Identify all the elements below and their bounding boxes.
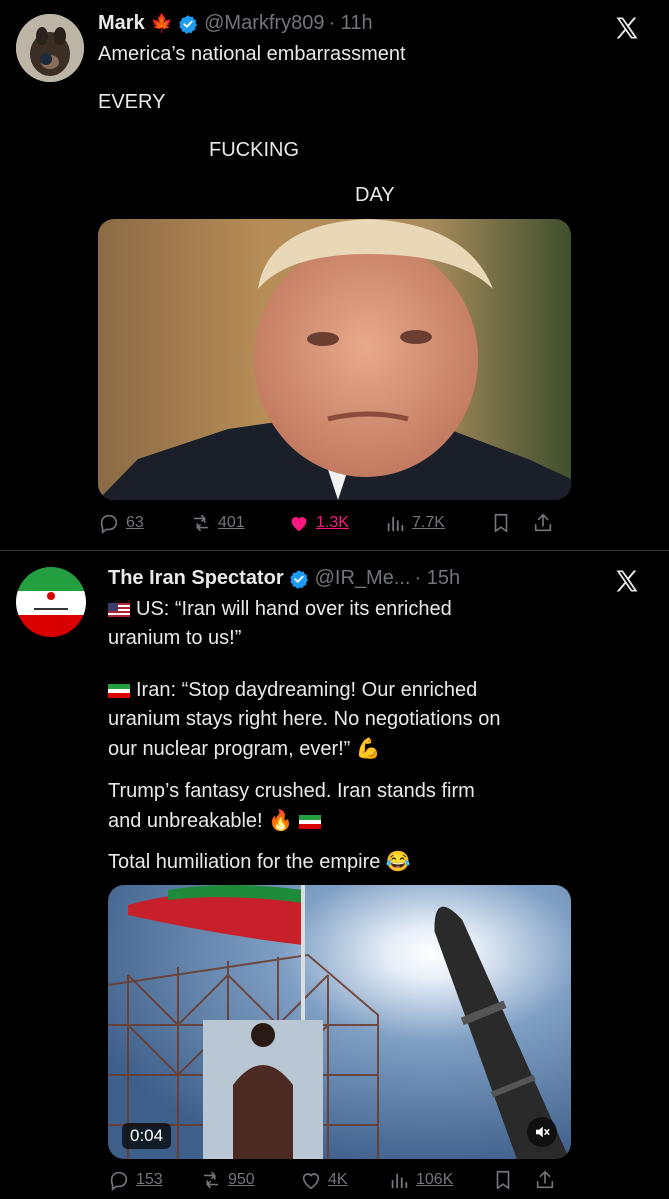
repost-button[interactable]: 950 xyxy=(200,1169,300,1191)
iran-flag-icon xyxy=(108,683,130,698)
heart-icon xyxy=(302,1173,320,1190)
view-count: 106K xyxy=(416,1171,454,1188)
tweet-photo[interactable] xyxy=(98,219,571,500)
share-icon[interactable] xyxy=(532,512,554,534)
tweet-video[interactable]: 0:04 xyxy=(108,885,571,1159)
display-name[interactable]: The Iran Spectator xyxy=(108,567,284,590)
avatar[interactable] xyxy=(16,14,84,82)
tweet-header: Mark 🍁 @Markfry809 · 11h xyxy=(98,12,373,35)
display-name[interactable]: Mark xyxy=(98,12,145,35)
x-logo-icon xyxy=(616,570,638,592)
tweet-iran-spectator: The Iran Spectator @IR_Me... · 15h US: “… xyxy=(0,550,669,1199)
tweet-text-line-8: Total humiliation for the empire 😂 xyxy=(108,851,411,873)
views-chart-icon xyxy=(391,1173,408,1189)
like-button[interactable]: 1.3K xyxy=(288,512,384,534)
tweet-text-line-2: uranium to us!” xyxy=(108,627,242,649)
tweet-text-line-3: FUCKING xyxy=(209,139,299,161)
tweet-text-line-5: our nuclear program, ever!” 💪 xyxy=(108,738,381,760)
video-duration: 0:04 xyxy=(122,1123,172,1149)
tweet-action-bar: 63 401 1.3K 7.7K xyxy=(98,512,649,534)
repost-icon xyxy=(193,514,209,532)
bookmark-icon[interactable] xyxy=(490,512,512,534)
view-count: 7.7K xyxy=(412,514,445,531)
tweet-text-line-3: Iran: “Stop daydreaming! Our enriched xyxy=(108,679,477,702)
tweet-header: The Iran Spectator @IR_Me... · 15h xyxy=(108,567,460,590)
muted-speaker-icon xyxy=(536,1126,550,1138)
views-button[interactable]: 106K xyxy=(388,1169,488,1191)
tweet-text-line-1: America’s national embarrassment xyxy=(98,43,406,65)
us-flag-icon xyxy=(108,602,130,617)
like-button[interactable]: 4K xyxy=(300,1169,388,1191)
iran-flag-icon xyxy=(299,814,322,829)
tweet-text-line-4: uranium stays right here. No negotiation… xyxy=(108,708,501,730)
avatar[interactable] xyxy=(16,567,86,637)
reply-button[interactable]: 63 xyxy=(98,512,190,534)
like-count: 1.3K xyxy=(316,514,349,531)
share-icon[interactable] xyxy=(534,1169,556,1191)
mute-button[interactable] xyxy=(527,1117,557,1147)
views-button[interactable]: 7.7K xyxy=(384,512,486,534)
tweet-text-line-4: DAY xyxy=(355,184,395,206)
verified-badge-icon xyxy=(179,14,198,34)
tweet-text-line-1: US: “Iran will hand over its enriched xyxy=(108,598,452,621)
repost-count: 401 xyxy=(218,514,245,531)
tweet-mark: Mark 🍁 @Markfry809 · 11h America’s natio… xyxy=(0,0,669,550)
repost-icon xyxy=(203,1171,219,1189)
timestamp[interactable]: · 15h xyxy=(415,567,461,590)
reply-count: 153 xyxy=(136,1171,163,1188)
tweet-action-bar: 153 950 4K 106K xyxy=(108,1169,649,1191)
reply-icon xyxy=(100,514,118,534)
tweet-text-line-7: and unbreakable! 🔥 xyxy=(108,808,327,833)
user-handle[interactable]: @IR_Me... xyxy=(315,567,411,590)
repost-button[interactable]: 401 xyxy=(190,512,288,534)
verified-badge-icon xyxy=(289,569,308,589)
heart-filled-icon xyxy=(291,517,307,532)
repost-count: 950 xyxy=(228,1171,255,1188)
timestamp[interactable]: · 11h xyxy=(328,12,372,35)
views-chart-icon xyxy=(387,516,404,532)
tweet-text-line-6: Trump’s fantasy crushed. Iran stands fir… xyxy=(108,780,475,802)
tweet-text-line-2: EVERY xyxy=(98,91,166,113)
like-count: 4K xyxy=(328,1171,348,1188)
reply-button[interactable]: 153 xyxy=(108,1169,200,1191)
bookmark-icon[interactable] xyxy=(492,1169,514,1191)
x-logo-icon xyxy=(616,17,638,39)
maple-leaf-icon: 🍁 xyxy=(150,13,174,33)
user-handle[interactable]: @Markfry809 xyxy=(204,12,324,35)
reply-count: 63 xyxy=(126,514,144,531)
reply-icon xyxy=(110,1171,128,1191)
